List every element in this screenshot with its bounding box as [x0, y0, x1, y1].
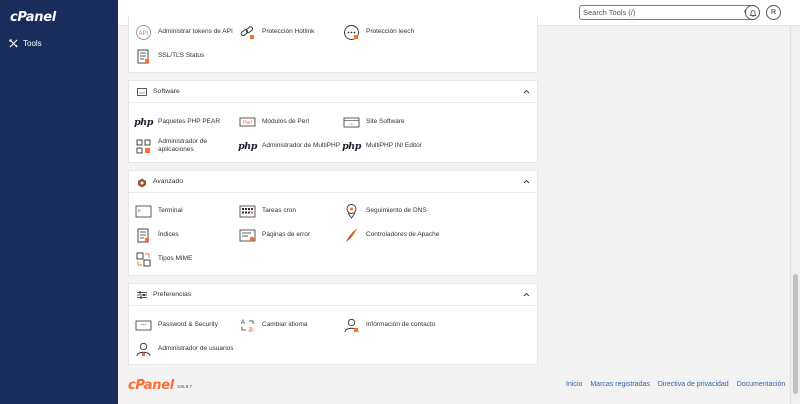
apps-grid-icon [135, 138, 152, 155]
svg-text:あ: あ [248, 327, 254, 334]
search-box [579, 5, 757, 20]
password-security-item[interactable]: *** Password & Security [135, 315, 218, 335]
apps-manager-item[interactable]: Administrador de aplicaciones [135, 136, 224, 156]
svg-text:</>: </> [349, 121, 355, 126]
perl-modules-item[interactable]: Perl Módulos de Perl [239, 112, 309, 132]
svg-text:Perl: Perl [243, 120, 252, 126]
site-software-icon: </> [343, 114, 360, 131]
php-pear-item[interactable]: php Paquetes PHP PEAR [134, 112, 220, 132]
preferencias-header[interactable]: Preferencias [129, 284, 537, 306]
calendar-cron-icon [239, 203, 256, 220]
sidebar: cPanel Tools [0, 0, 118, 404]
cron-jobs-item[interactable]: Tareas cron [239, 201, 296, 221]
software-title: Software [153, 88, 180, 95]
footer-version: 106.9.7 [177, 384, 193, 389]
user-menu-button[interactable]: R [766, 5, 781, 20]
footer-links: Inicio Marcas registradas Directiva de p… [566, 381, 785, 388]
api-icon: API [135, 24, 152, 41]
software-panel: </> Software php Paquetes PHP PEAR Perl … [128, 80, 538, 163]
preferencias-title: Preferencias [153, 291, 192, 298]
svg-text:</>: </> [139, 90, 145, 95]
dns-pin-icon [343, 203, 360, 220]
contact-person-icon [343, 317, 360, 334]
chevron-up-icon[interactable] [523, 89, 530, 94]
software-header[interactable]: </> Software [129, 81, 537, 103]
index-list-icon [135, 227, 152, 244]
multiphp-ini-item[interactable]: php MultiPHP INI Editor [342, 136, 422, 156]
tools-icon [9, 39, 18, 48]
avanzado-panel: Avanzado Terminal Tareas cron Seguimient… [128, 170, 538, 276]
ssl-status-item[interactable]: SSL/TLS Status [135, 46, 204, 66]
terminal-icon [135, 203, 152, 220]
hotlink-chain-icon [239, 24, 256, 41]
sidebar-item-label: Tools [23, 39, 42, 48]
bell-icon [748, 9, 757, 17]
scrollbar-thumb[interactable] [793, 274, 798, 394]
page-scrollbar[interactable] [790, 26, 800, 404]
indices-item[interactable]: Índices [135, 225, 179, 245]
software-section-icon: </> [137, 87, 147, 96]
svg-text:API: API [139, 31, 149, 37]
security-panel: API Administrar tokens de API Protección… [128, 16, 538, 73]
footer-cpanel-logo[interactable]: cPanel [128, 378, 174, 393]
language-icon: Aあ [239, 317, 256, 334]
chevron-up-icon[interactable] [523, 179, 530, 184]
php-logo-icon: php [134, 116, 153, 128]
apache-feather-icon [343, 227, 360, 244]
mime-types-item[interactable]: Tipos MIME [135, 249, 192, 269]
preferences-section-icon [137, 291, 147, 299]
site-software-item[interactable]: </> Site Software [343, 112, 405, 132]
error-page-icon [239, 227, 256, 244]
multiphp-manager-item[interactable]: php Administrador de MultiPHP [238, 136, 340, 156]
php-logo-icon: php [238, 140, 257, 152]
advanced-section-icon [137, 178, 147, 187]
user-initial: R [770, 9, 777, 16]
api-tokens-item[interactable]: API Administrar tokens de API [135, 22, 233, 42]
avanzado-title: Avanzado [153, 178, 184, 185]
sidebar-item-tools[interactable]: Tools [9, 39, 42, 48]
footer-link-docs[interactable]: Documentación [737, 381, 786, 388]
mime-types-icon [135, 251, 152, 268]
footer-link-privacy[interactable]: Directiva de privacidad [658, 381, 729, 388]
leech-item[interactable]: Protección leech [343, 22, 414, 42]
preferencias-panel: Preferencias *** Password & Security Aあ … [128, 283, 538, 365]
password-field-icon: *** [135, 317, 152, 334]
leech-dots-icon [343, 24, 360, 41]
php-logo-icon: php [342, 140, 361, 152]
user-manager-item[interactable]: Administrador de usuarios [135, 339, 234, 359]
contact-info-item[interactable]: Información de contacto [343, 315, 435, 335]
avanzado-header[interactable]: Avanzado [129, 171, 537, 193]
search-input[interactable] [580, 6, 730, 19]
ssl-document-icon [135, 48, 152, 65]
dns-tracking-item[interactable]: Seguimiento de DNS [343, 201, 427, 221]
footer-link-trademarks[interactable]: Marcas registradas [590, 381, 650, 388]
apache-handlers-item[interactable]: Controladores de Apache [343, 225, 439, 245]
error-pages-item[interactable]: Páginas de error [239, 225, 310, 245]
terminal-item[interactable]: Terminal [135, 201, 183, 221]
cpanel-logo[interactable]: cPanel [10, 10, 56, 25]
change-language-item[interactable]: Aあ Cambiar idioma [239, 315, 308, 335]
footer-link-home[interactable]: Inicio [566, 381, 582, 388]
chevron-up-icon[interactable] [523, 292, 530, 297]
perl-box-icon: Perl [239, 114, 256, 131]
svg-text:A: A [241, 320, 245, 326]
user-manager-icon [135, 341, 152, 358]
svg-text:***: *** [141, 323, 147, 329]
hotlink-item[interactable]: Protección Hotlink [239, 22, 314, 42]
notifications-button[interactable] [745, 5, 760, 20]
